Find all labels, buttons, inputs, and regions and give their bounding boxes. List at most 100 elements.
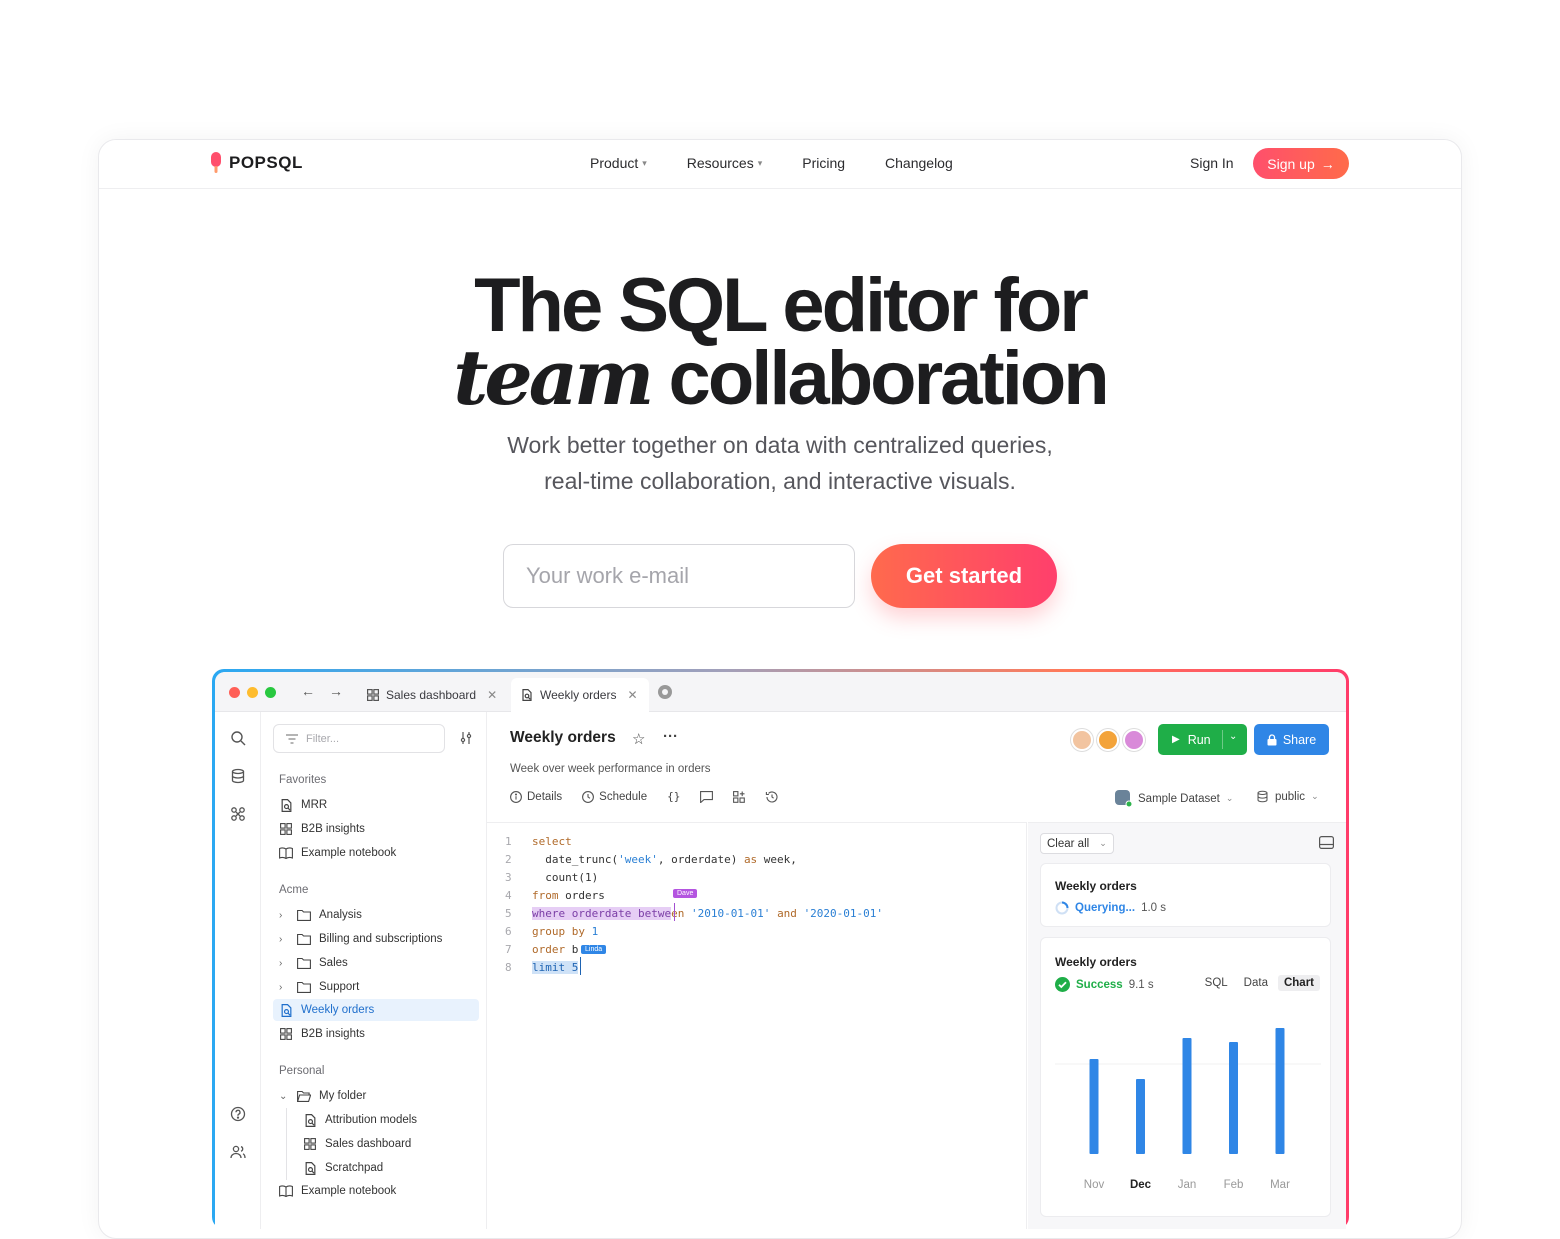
sidebar-item-sales[interactable]: › Sales [273,952,479,974]
run-button[interactable]: ▶ Run ⌄ [1158,724,1247,755]
tab-data[interactable]: Data [1238,975,1274,991]
folder-icon [297,980,311,994]
close-icon[interactable]: ✕ [627,688,637,702]
sign-up-label: Sign up [1267,155,1315,172]
query-icon [303,1161,317,1175]
history-icon[interactable] [765,790,778,803]
book-icon [279,1184,293,1198]
more-options-icon[interactable]: ··· [663,728,678,745]
chart-tick-label: Feb [1224,1179,1244,1191]
line-number: 4 [505,889,512,902]
sidebar-item-mrr[interactable]: MRR [273,794,479,816]
nav-pricing[interactable]: Pricing [802,155,845,171]
querying-status: Querying... 1.0 s [1055,901,1166,915]
logo[interactable]: POPSQL [211,152,303,174]
chart-bar[interactable] [1089,1059,1099,1154]
sidebar-item-support[interactable]: › Support [273,976,479,998]
app-window: ← → Sales dashboard ✕ Weekly orders ✕ Fi… [212,669,1349,1229]
nav-product[interactable]: Product ▾ [590,155,647,171]
chart-bar[interactable] [1182,1038,1192,1154]
nav-resources[interactable]: Resources ▾ [687,155,762,171]
sidebar-item-sales-dashboard[interactable]: Sales dashboard [297,1133,479,1155]
star-icon[interactable]: ☆ [632,730,645,748]
sidebar-item-label: B2B insights [301,823,365,835]
tab-weekly-orders[interactable]: Weekly orders ✕ [511,678,649,712]
sidebar-item-b2b-insights-2[interactable]: B2B insights [273,1023,479,1045]
nav-changelog[interactable]: Changelog [885,155,953,171]
avatar[interactable] [1097,729,1119,751]
database-icon[interactable] [230,768,246,784]
variables-icon[interactable]: {} [667,790,680,803]
code-line: date_trunc('week', orderdate) as week, [532,853,797,866]
maximize-window-dot[interactable] [265,687,276,698]
avatar[interactable] [1123,729,1145,751]
tab-chart[interactable]: Chart [1277,975,1320,991]
search-icon[interactable] [230,730,246,746]
close-window-dot[interactable] [229,687,240,698]
hero-title-emphasis: team [453,333,654,422]
tab-sql[interactable]: SQL [1199,975,1234,991]
nav-links: Product ▾ Resources ▾ Pricing Changelog [590,155,953,171]
sidebar-item-b2b-insights[interactable]: B2B insights [273,818,479,840]
schema-select[interactable]: public ⌄ [1256,790,1319,803]
chevron-down-icon[interactable]: ⌄ [1229,731,1237,742]
query-icon [279,798,293,812]
query-icon [279,1003,293,1017]
filter-input[interactable]: Filter... [273,724,445,753]
forward-arrow-icon[interactable]: → [329,683,343,699]
clear-all-button[interactable]: Clear all ⌄ [1040,833,1114,854]
help-icon[interactable] [230,1106,246,1122]
result-card-querying[interactable]: Weekly orders Querying... 1.0 s [1040,863,1331,927]
sql-editor[interactable]: 1 2 3 4 5 6 7 8 select date_trunc('week'… [487,822,1027,1229]
status-time: 9.1 s [1128,978,1154,991]
chevron-down-icon: ▾ [757,157,763,168]
code-line: group by 1 [532,925,599,938]
line-number: 5 [505,907,512,920]
comment-icon[interactable] [700,790,714,803]
minimize-window-dot[interactable] [247,687,258,698]
divider [1222,730,1223,749]
chart-add-icon[interactable] [733,790,746,803]
sign-up-button[interactable]: Sign up → [1253,148,1349,179]
get-started-button[interactable]: Get started [871,544,1057,608]
sidebar-item-my-folder[interactable]: ⌄ My folder [273,1085,479,1107]
chart-bar[interactable] [1136,1079,1145,1154]
run-label: Run [1187,732,1211,747]
chevron-down-icon: ⌄ [1099,838,1107,848]
result-card-success[interactable]: Weekly orders Success 9.1 s SQL Data Cha… [1040,937,1331,1217]
chart-bar[interactable] [1275,1028,1285,1154]
database-icon [1256,790,1269,803]
sidebar-item-label: My folder [319,1090,367,1102]
sidebar-item-example-notebook[interactable]: Example notebook [273,842,479,864]
sidebar-item-attribution-models[interactable]: Attribution models [297,1109,479,1131]
people-icon[interactable] [230,1144,246,1160]
back-arrow-icon[interactable]: ← [301,683,315,699]
details-button[interactable]: Details [510,791,562,803]
dataset-label: Sample Dataset [1138,792,1220,805]
dataset-select[interactable]: Sample Dataset ⌄ [1115,790,1233,807]
chart-bar[interactable] [1229,1042,1238,1154]
sliders-icon[interactable] [459,731,473,745]
tab-sales-dashboard[interactable]: Sales dashboard ✕ [357,678,507,712]
chevron-right-icon: › [279,909,283,921]
sidebar-item-label: B2B insights [301,1028,365,1040]
close-icon[interactable]: ✕ [487,688,497,702]
sidebar-item-analysis[interactable]: › Analysis [273,904,479,926]
panel-layout-icon[interactable] [1319,836,1334,849]
sidebar-item-billing[interactable]: › Billing and subscriptions [273,928,479,950]
sidebar-item-weekly-orders[interactable]: Weekly orders [273,999,479,1021]
spinner-icon [1055,901,1069,915]
email-field[interactable] [503,544,855,608]
share-button[interactable]: Share [1254,724,1329,755]
hero-subtitle: Work better together on data with centra… [0,427,1560,499]
settings-gear-icon[interactable] [657,684,673,700]
chevron-right-icon: › [279,933,283,945]
query-title[interactable]: Weekly orders [510,729,616,747]
sidebar-item-scratchpad[interactable]: Scratchpad [297,1157,479,1179]
status-time: 1.0 s [1141,902,1167,914]
sidebar-item-example-notebook-2[interactable]: Example notebook [273,1180,479,1202]
sign-in-link[interactable]: Sign In [1190,155,1234,171]
integrations-icon[interactable] [230,806,246,822]
schedule-button[interactable]: Schedule [582,791,647,803]
avatar[interactable] [1071,729,1093,751]
